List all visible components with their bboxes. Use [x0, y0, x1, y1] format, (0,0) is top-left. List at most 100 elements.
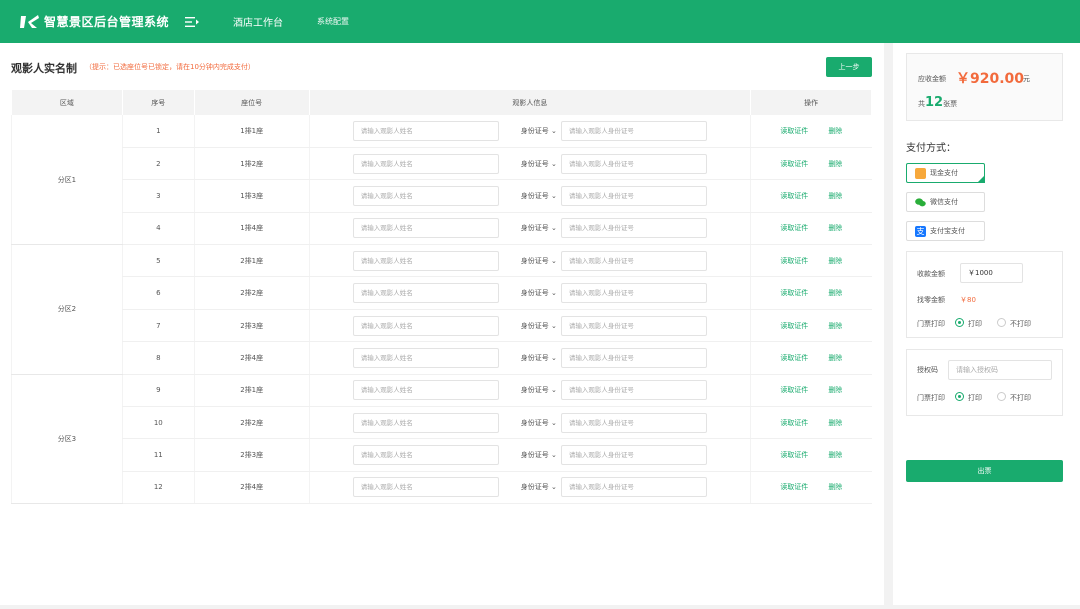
viewer-id-input[interactable]: 请输入观影人身份证号 — [560, 445, 707, 466]
table-row: 11 2排3座 请输入观影人姓名 身份证号 ⌄ 请输入观影人身份证号 读取证件 删除 — [12, 438, 872, 472]
row-number: 6 — [121, 276, 195, 310]
delete-link[interactable]: 删除 — [828, 127, 842, 135]
top-bar: 智慧景区后台管理系统 酒店工作台 系统配置 — [0, 0, 1080, 43]
seat-number: 2排3座 — [193, 438, 310, 472]
row-number: 5 — [121, 244, 195, 278]
read-id-link[interactable]: 读取证件 — [780, 257, 808, 265]
viewer-id-input[interactable]: 请输入观影人身份证号 — [560, 283, 707, 304]
issue-ticket-button[interactable]: 出票 — [906, 460, 1063, 482]
viewer-name-input[interactable]: 请输入观影人姓名 — [352, 218, 499, 239]
read-id-link[interactable]: 读取证件 — [780, 160, 808, 168]
read-id-link[interactable]: 读取证件 — [780, 451, 808, 459]
print-radio[interactable] — [955, 318, 964, 327]
auth-print-radio[interactable] — [955, 392, 964, 401]
viewer-id-input[interactable]: 请输入观影人身份证号 — [560, 120, 707, 141]
viewer-id-input[interactable]: 请输入观影人身份证号 — [560, 153, 707, 174]
read-id-link[interactable]: 读取证件 — [780, 127, 808, 135]
id-type-select[interactable]: 身份证号 ⌄ — [521, 482, 557, 492]
ticket-count: 共12张票 — [918, 95, 958, 110]
lock-hint: （提示：已选座位号已锁定，请在10分钟内完成支付） — [85, 63, 255, 71]
noprint-option: 不打印 — [1010, 320, 1031, 328]
col-zone-header: 区域 — [11, 90, 123, 115]
wechat-icon — [915, 197, 926, 206]
chevron-down-icon: ⌄ — [551, 159, 557, 168]
read-id-link[interactable]: 读取证件 — [780, 386, 808, 394]
pay-wechat-button[interactable]: 微信支付 — [906, 192, 985, 212]
read-id-link[interactable]: 读取证件 — [780, 419, 808, 427]
read-id-link[interactable]: 读取证件 — [780, 289, 808, 297]
due-unit: 元 — [1023, 75, 1030, 83]
id-type-select[interactable]: 身份证号 ⌄ — [521, 418, 557, 428]
logo: 智慧景区后台管理系统 — [20, 13, 169, 30]
col-seat-header: 座位号 — [193, 90, 310, 115]
seat-number: 2排2座 — [193, 276, 310, 310]
read-id-link[interactable]: 读取证件 — [780, 483, 808, 491]
viewer-id-input[interactable]: 请输入观影人身份证号 — [560, 477, 707, 498]
row-number: 2 — [121, 147, 195, 181]
delete-link[interactable]: 删除 — [828, 322, 842, 330]
pay-cash-label: 现金支付 — [930, 169, 958, 177]
alipay-icon: 支 — [915, 225, 926, 237]
auth-code-input[interactable]: 请输入授权码 — [948, 360, 1052, 380]
zone-cell: 分区1 — [11, 115, 123, 246]
viewer-name-input[interactable]: 请输入观影人姓名 — [352, 283, 499, 304]
viewer-name-input[interactable]: 请输入观影人姓名 — [352, 153, 499, 174]
id-type-select[interactable]: 身份证号 ⌄ — [521, 450, 557, 460]
prev-step-button[interactable]: 上一步 — [826, 57, 872, 77]
viewer-name-input[interactable]: 请输入观影人姓名 — [352, 380, 499, 401]
read-id-link[interactable]: 读取证件 — [780, 322, 808, 330]
cash-icon — [915, 167, 926, 179]
delete-link[interactable]: 删除 — [828, 289, 842, 297]
seat-number: 2排2座 — [193, 406, 310, 440]
id-type-select[interactable]: 身份证号 ⌄ — [521, 385, 557, 395]
id-type-select[interactable]: 身份证号 ⌄ — [521, 223, 557, 233]
viewer-name-input[interactable]: 请输入观影人姓名 — [352, 347, 499, 368]
delete-link[interactable]: 删除 — [828, 386, 842, 394]
nav-hotel-workbench[interactable]: 酒店工作台 — [233, 14, 283, 29]
seat-number: 2排1座 — [193, 374, 310, 408]
id-type-select[interactable]: 身份证号 ⌄ — [521, 256, 557, 266]
viewer-name-input[interactable]: 请输入观影人姓名 — [352, 185, 499, 206]
id-type-select[interactable]: 身份证号 ⌄ — [521, 288, 557, 298]
cash-card: 收款金额 ￥1000 找零金额 ￥80 门票打印 打印 不打印 — [906, 251, 1063, 338]
auth-noprint-radio[interactable] — [997, 392, 1006, 401]
delete-link[interactable]: 删除 — [828, 419, 842, 427]
id-type-select[interactable]: 身份证号 ⌄ — [521, 321, 557, 331]
viewer-id-input[interactable]: 请输入观影人身份证号 — [560, 380, 707, 401]
delete-link[interactable]: 删除 — [828, 354, 842, 362]
pay-alipay-button[interactable]: 支 支付宝支付 — [906, 221, 985, 241]
delete-link[interactable]: 删除 — [828, 257, 842, 265]
delete-link[interactable]: 删除 — [828, 451, 842, 459]
pay-cash-button[interactable]: 现金支付 — [906, 163, 985, 183]
row-number: 3 — [121, 179, 195, 213]
menu-toggle-icon[interactable] — [185, 16, 200, 28]
viewer-id-input[interactable]: 请输入观影人身份证号 — [560, 315, 707, 336]
row-number: 9 — [121, 374, 195, 408]
viewer-name-input[interactable]: 请输入观影人姓名 — [352, 477, 499, 498]
read-id-link[interactable]: 读取证件 — [780, 192, 808, 200]
nav-system-config[interactable]: 系统配置 — [317, 16, 349, 27]
delete-link[interactable]: 删除 — [828, 483, 842, 491]
viewer-id-input[interactable]: 请输入观影人身份证号 — [560, 347, 707, 368]
viewer-name-input[interactable]: 请输入观影人姓名 — [352, 120, 499, 141]
id-type-select[interactable]: 身份证号 ⌄ — [521, 159, 557, 169]
read-id-link[interactable]: 读取证件 — [780, 354, 808, 362]
viewer-name-input[interactable]: 请输入观影人姓名 — [352, 412, 499, 433]
delete-link[interactable]: 删除 — [828, 160, 842, 168]
viewer-name-input[interactable]: 请输入观影人姓名 — [352, 250, 499, 271]
id-type-select[interactable]: 身份证号 ⌄ — [521, 353, 557, 363]
viewer-id-input[interactable]: 请输入观影人身份证号 — [560, 250, 707, 271]
noprint-radio[interactable] — [997, 318, 1006, 327]
viewer-id-input[interactable]: 请输入观影人身份证号 — [560, 412, 707, 433]
delete-link[interactable]: 删除 — [828, 224, 842, 232]
viewer-id-input[interactable]: 请输入观影人身份证号 — [560, 218, 707, 239]
delete-link[interactable]: 删除 — [828, 192, 842, 200]
row-number: 12 — [121, 471, 195, 505]
viewer-name-input[interactable]: 请输入观影人姓名 — [352, 445, 499, 466]
viewer-id-input[interactable]: 请输入观影人身份证号 — [560, 185, 707, 206]
viewer-name-input[interactable]: 请输入观影人姓名 — [352, 315, 499, 336]
id-type-select[interactable]: 身份证号 ⌄ — [521, 126, 557, 136]
received-input[interactable]: ￥1000 — [960, 263, 1023, 283]
read-id-link[interactable]: 读取证件 — [780, 224, 808, 232]
id-type-select[interactable]: 身份证号 ⌄ — [521, 191, 557, 201]
